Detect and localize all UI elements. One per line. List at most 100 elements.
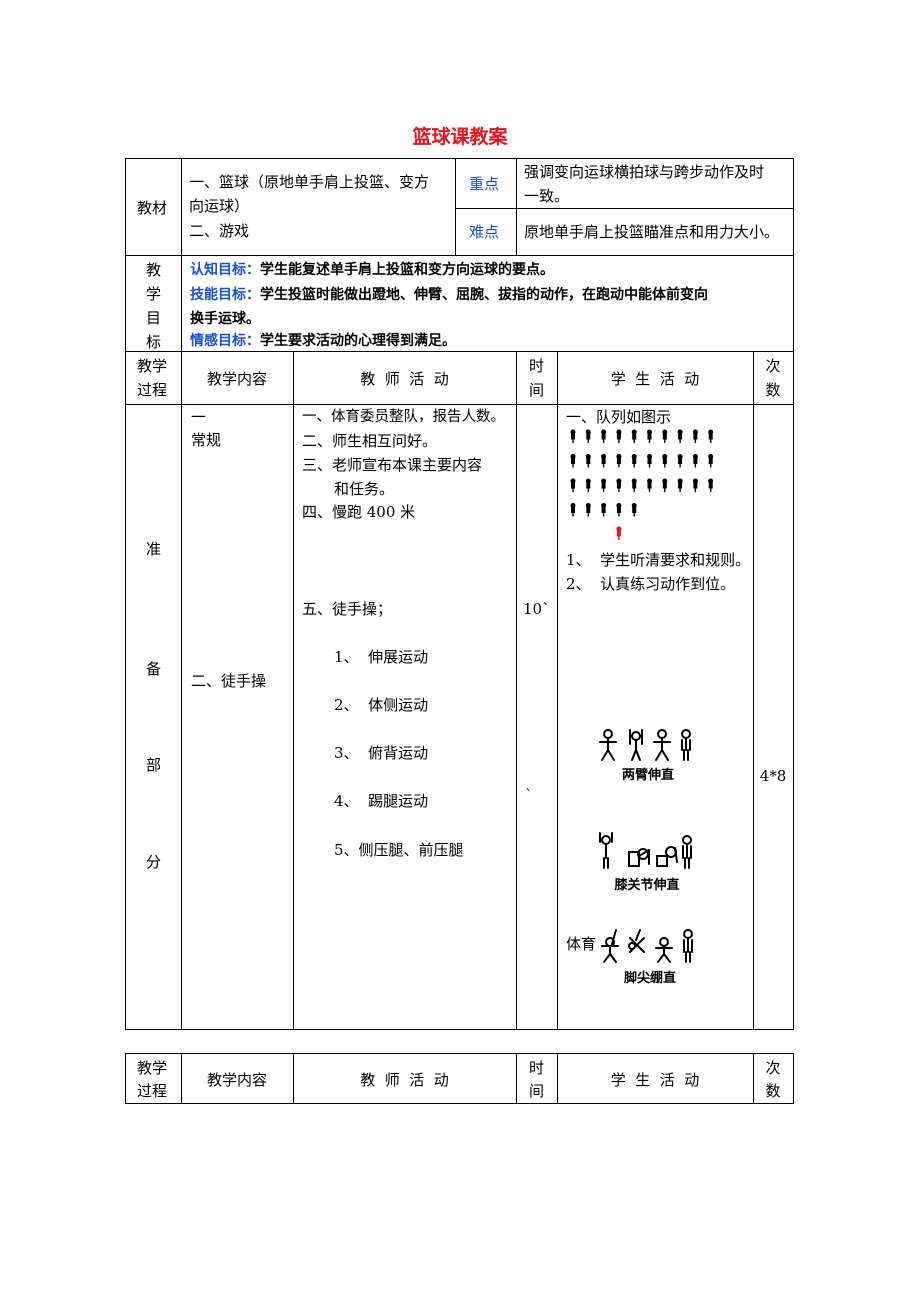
goals-label-1: 教 (146, 261, 162, 279)
student-item-3: 2、 认真练习动作到位。 (566, 575, 736, 593)
key-point-label: 重点 (469, 175, 500, 193)
header-count-2: 数 (765, 381, 781, 399)
student-marker (708, 454, 714, 468)
student-item-1: 一、队列如图示 (566, 408, 672, 426)
header2-process-2: 过程 (137, 1082, 168, 1100)
student-marker (616, 454, 622, 468)
knee-stretch-figure (599, 832, 692, 869)
content-item-1-text: 常规 (191, 431, 222, 449)
student-marker (585, 503, 591, 517)
content-item-1-num: 一 (191, 408, 207, 426)
header2-time-2: 间 (528, 1082, 544, 1100)
student-marker (601, 454, 607, 468)
header2-count-2: 数 (765, 1082, 781, 1100)
student-marker (692, 478, 698, 492)
skill-goal: 技能目标：学生投篮时能做出蹬地、伸臂、屈腕、拔指的动作，在跑动中能体前变向 (190, 287, 708, 303)
student-marker (631, 454, 637, 468)
student-marker (585, 478, 591, 492)
header-student: 学 生 活 动 (610, 370, 700, 388)
difficulty-label: 难点 (469, 223, 500, 241)
time-value: 10` (523, 600, 550, 618)
student-marker (601, 503, 607, 517)
student-marker (647, 478, 652, 492)
teacher-item-5: 五、徒手操； (302, 600, 393, 618)
student-marker (677, 478, 683, 492)
section-label-4: 分 (146, 853, 162, 871)
teacher-item-3-cont: 和任务。 (334, 480, 395, 498)
student-marker (631, 478, 637, 492)
header2-process-1: 教学 (137, 1059, 168, 1077)
student-marker (585, 429, 591, 443)
teacher-subitem-3: 3、 俯背运动 (334, 744, 429, 762)
teacher-subitem-2: 2、 体侧运动 (334, 696, 429, 714)
teacher-item-2: 二、师生相互问好。 (302, 432, 438, 450)
student-marker (677, 454, 683, 468)
student-marker (570, 454, 576, 468)
header2-time-1: 时 (528, 1059, 544, 1077)
student-marker (601, 478, 607, 492)
student-marker (708, 429, 714, 443)
material-line-2: 向运球） (189, 197, 250, 215)
section-label-1: 准 (146, 540, 162, 558)
student-marker (616, 503, 622, 517)
teacher-subitem-5: 5、侧压腿、前压腿 (334, 841, 464, 859)
student-marker (631, 503, 637, 517)
student-marker (647, 454, 652, 468)
goals-label-4: 标 (146, 333, 162, 351)
toe-point-figure (601, 929, 693, 963)
header2-teacher: 教 师 活 动 (360, 1071, 449, 1089)
goals-label-2: 学 (146, 285, 162, 303)
student-marker (708, 478, 714, 492)
header2-content: 教学内容 (206, 1071, 267, 1089)
key-point-line-2: 一致。 (524, 187, 570, 205)
teacher-item-4: 四、慢跑 400 米 (302, 503, 416, 521)
student-marker (585, 454, 591, 468)
cognitive-goal: 认知目标：学生能复述单手肩上投篮和变方向运球的要点。 (190, 262, 554, 278)
teacher-item-1: 一、体育委员整队，报告人数。 (302, 409, 505, 425)
student-marker (570, 478, 576, 492)
teacher-marker (616, 526, 622, 540)
header-time-2: 间 (528, 381, 544, 399)
section-label-2: 备 (146, 660, 162, 678)
student-marker (647, 429, 652, 443)
student-marker (677, 429, 683, 443)
student-marker (616, 478, 622, 492)
content-item-2: 二、徒手操 (191, 672, 267, 690)
header-process-2: 过程 (137, 381, 168, 399)
goals-label-3: 目 (146, 309, 162, 327)
difficulty-text: 原地单手肩上投篮瞄准点和用力大小。 (524, 223, 780, 241)
header-content: 教学内容 (206, 370, 267, 388)
student-marker (662, 429, 668, 443)
count-value: 4*8 (759, 767, 787, 785)
emotion-goal: 情感目标：学生要求活动的心理得到满足。 (190, 333, 456, 349)
header-process-1: 教学 (137, 357, 168, 375)
key-point-line-1: 强调变向运球横拍球与跨步动作及时 (524, 163, 765, 181)
figure-caption-2: 膝关节伸直 (614, 878, 680, 893)
teacher-item-3: 三、老师宣布本课主要内容 (302, 456, 483, 474)
student-marker (692, 429, 698, 443)
page-title: 篮球课教案 (412, 126, 508, 148)
teacher-subitem-4: 4、 踢腿运动 (334, 792, 429, 810)
arms-stretch-figure (599, 729, 691, 761)
material-label: 教材 (137, 199, 168, 217)
student-marker (570, 503, 576, 517)
student-marker (601, 429, 607, 443)
formation-diagram (570, 429, 714, 540)
material-line-3: 二、游戏 (189, 222, 250, 240)
teacher-subitem-1: 1、 伸展运动 (334, 648, 429, 666)
student-marker (662, 454, 668, 468)
student-marker (570, 429, 576, 443)
figure-caption-4: 脚尖绷直 (623, 971, 676, 986)
student-marker (616, 429, 622, 443)
student-marker (631, 429, 637, 443)
student-marker (692, 454, 698, 468)
header-teacher: 教 师 活 动 (360, 370, 449, 388)
section-label-3: 部 (146, 756, 162, 774)
header2-count-1: 次 (765, 1059, 781, 1077)
header-time-1: 时 (528, 357, 544, 375)
figure-caption-1: 两臂伸直 (621, 768, 674, 783)
student-item-2: 1、 学生听清要求和规则。 (566, 551, 751, 569)
header-count-1: 次 (765, 357, 781, 375)
figure-caption-3: 体育 (566, 935, 597, 953)
skill-goal-cont: 换手运球。 (190, 311, 260, 327)
